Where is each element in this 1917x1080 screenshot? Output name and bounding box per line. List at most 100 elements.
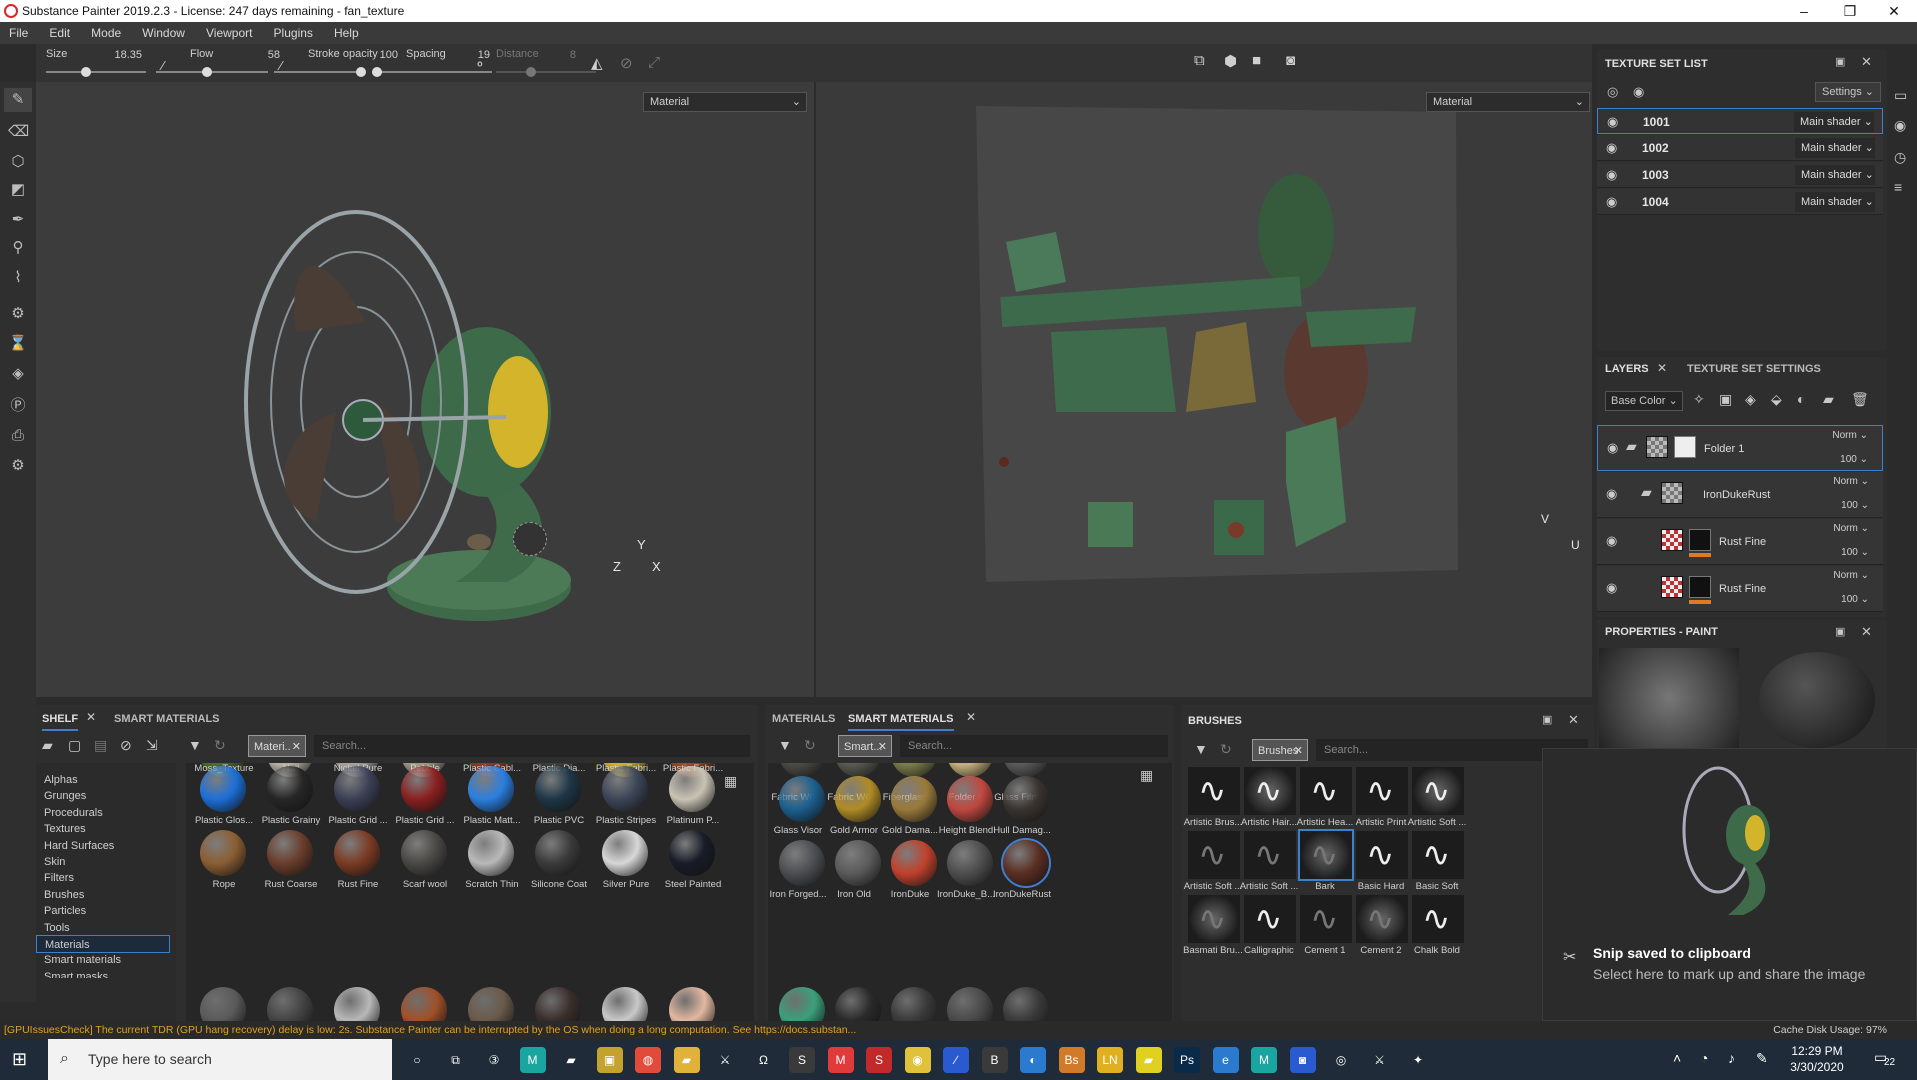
- material-thumbnail[interactable]: [334, 766, 380, 812]
- minimize-button[interactable]: –: [1781, 0, 1827, 22]
- smart-material-thumbnail[interactable]: [947, 776, 993, 822]
- material-thumbnail[interactable]: [602, 830, 648, 876]
- lazy-mouse-icon[interactable]: ⚬: [474, 56, 486, 73]
- brush-thumbnail[interactable]: ∿: [1356, 767, 1408, 815]
- channel-select[interactable]: Base Color ⌄: [1605, 391, 1683, 411]
- snip-notification[interactable]: ✂ Snip saved to clipboard Select here to…: [1542, 748, 1917, 1021]
- app-icon[interactable]: ⚔: [712, 1047, 738, 1073]
- layer-row[interactable]: ◉ ▰ IronDukeRust Norm ⌄ 100 ⌄: [1597, 472, 1883, 518]
- shelf-category-item[interactable]: Hard Surfaces: [44, 837, 114, 855]
- color-picker-icon[interactable]: ⌇: [8, 268, 28, 288]
- eye-icon[interactable]: ◉: [1607, 440, 1618, 456]
- menu-help[interactable]: Help: [325, 22, 368, 44]
- panel-close-icon[interactable]: ✕: [1568, 712, 1579, 728]
- material-thumbnail[interactable]: [669, 830, 715, 876]
- visibility-icon[interactable]: ◉: [1633, 84, 1644, 100]
- smart-material-thumbnail[interactable]: [891, 776, 937, 822]
- shader-select[interactable]: Main shader ⌄: [1795, 165, 1875, 185]
- projection-tool-icon[interactable]: ⬡: [8, 152, 28, 172]
- blend-mode-select[interactable]: Norm ⌄: [1833, 523, 1869, 534]
- smart-material-thumbnail[interactable]: [947, 840, 993, 886]
- brush-thumbnail[interactable]: ∿: [1356, 895, 1408, 943]
- flow-slider[interactable]: [156, 71, 268, 73]
- task-view-icon[interactable]: ⧉: [442, 1047, 469, 1073]
- app-icon[interactable]: ⚔: [1366, 1047, 1393, 1073]
- app-icon[interactable]: ◐: [1020, 1047, 1046, 1073]
- app-icon[interactable]: LN: [1097, 1047, 1123, 1073]
- smart-material-thumbnail[interactable]: [779, 776, 825, 822]
- smart-material-thumbnail[interactable]: [835, 776, 881, 822]
- refresh-icon[interactable]: ↻: [214, 737, 226, 754]
- taskbar-search-box[interactable]: ⌕ Type here to search: [48, 1039, 392, 1080]
- distance-value[interactable]: 8: [536, 49, 576, 61]
- display-settings-icon[interactable]: ▭: [1894, 87, 1907, 104]
- distance-slider[interactable]: [496, 71, 596, 73]
- shelf-category-item[interactable]: Brushes: [44, 886, 84, 904]
- split-view-icon[interactable]: ⧉: [1194, 52, 1205, 69]
- app-icon[interactable]: ◉: [904, 1047, 931, 1073]
- brush-thumbnail[interactable]: ∿: [1300, 895, 1352, 943]
- add-paint-layer-icon[interactable]: ⬙: [1771, 391, 1782, 408]
- add-effect-icon[interactable]: ✧: [1693, 391, 1705, 408]
- view-cube-icon[interactable]: ⬢: [1224, 52, 1237, 70]
- material-thumbnail[interactable]: [468, 830, 514, 876]
- material-thumbnail[interactable]: [468, 766, 514, 812]
- stroke-opacity-knob[interactable]: [356, 67, 366, 77]
- layer-row[interactable]: ◉ ▰ Folder 1 Norm ⌄ 100 ⌄: [1597, 425, 1883, 471]
- filter-icon[interactable]: ▼: [1194, 741, 1208, 757]
- menu-viewport[interactable]: Viewport: [197, 22, 261, 44]
- filter-icon[interactable]: ▼: [778, 737, 792, 753]
- shelf-category-item[interactable]: Filters: [44, 869, 74, 887]
- notification-center-icon[interactable]: ▭ 22: [1874, 1049, 1895, 1068]
- eye-icon[interactable]: ◉: [1606, 580, 1617, 596]
- tab-close-icon[interactable]: ✕: [966, 710, 976, 724]
- projection-icon[interactable]: ⤢: [648, 54, 660, 71]
- brush-thumbnail[interactable]: ∿: [1188, 895, 1240, 943]
- app-icon[interactable]: ✦: [1405, 1047, 1431, 1073]
- opacity-value[interactable]: 100 ⌄: [1841, 500, 1869, 511]
- layer-mask-thumbnail[interactable]: [1689, 529, 1711, 551]
- stroke-opacity-value[interactable]: 100: [358, 49, 398, 61]
- sequence-icon[interactable]: ⌛: [8, 334, 28, 354]
- maya-icon[interactable]: M: [519, 1047, 546, 1073]
- smart-material-thumbnail[interactable]: [779, 840, 825, 886]
- filter-icon[interactable]: ▼: [188, 737, 202, 753]
- menu-file[interactable]: File: [0, 22, 37, 44]
- opacity-value[interactable]: 100 ⌄: [1841, 594, 1869, 605]
- material-thumbnail[interactable]: [535, 830, 581, 876]
- shelf-category-item[interactable]: Skin: [44, 853, 65, 871]
- viewport-3d[interactable]: Material ⌄ Z Y X: [36, 82, 814, 697]
- tab-smart-materials[interactable]: SMART MATERIALS: [848, 707, 954, 731]
- bake-icon[interactable]: ⚙: [8, 304, 28, 324]
- tab-materials[interactable]: MATERIALS: [772, 707, 835, 731]
- shelf-category-item[interactable]: Alphas: [44, 771, 78, 789]
- size-slider[interactable]: [46, 71, 146, 73]
- brush-thumbnail[interactable]: ∿: [1412, 831, 1464, 879]
- filter-chip[interactable]: Materi.. ✕: [248, 735, 306, 757]
- smudge-icon[interactable]: ✒: [8, 210, 28, 230]
- size-value[interactable]: 18.35: [102, 49, 142, 61]
- shader-select[interactable]: Main shader ⌄: [1794, 112, 1874, 132]
- menu-plugins[interactable]: Plugins: [265, 22, 322, 44]
- brush-thumbnail[interactable]: ∿: [1300, 767, 1352, 815]
- texture-set-row[interactable]: ◉ 1002 Main shader ⌄: [1597, 135, 1883, 161]
- tab-smart-materials[interactable]: SMART MATERIALS: [114, 707, 220, 731]
- app-icon[interactable]: ③: [481, 1047, 507, 1073]
- shader-select[interactable]: Main shader ⌄: [1795, 138, 1875, 158]
- shelf-category-item[interactable]: Procedurals: [44, 804, 103, 822]
- panel-float-icon[interactable]: ▣: [1835, 625, 1845, 638]
- add-folder-icon[interactable]: ▰: [1823, 391, 1834, 408]
- add-mask-icon[interactable]: ▣: [1719, 391, 1732, 408]
- menu-edit[interactable]: Edit: [40, 22, 79, 44]
- material-thumbnail[interactable]: [535, 766, 581, 812]
- panel-float-icon[interactable]: ▣: [1835, 55, 1845, 68]
- substance-designer-icon[interactable]: Bs: [1058, 1047, 1085, 1073]
- eraser-icon[interactable]: ⌫: [8, 122, 29, 142]
- layer-row[interactable]: ◉ Rust Fine Norm ⌄ 100 ⌄: [1597, 519, 1883, 565]
- opacity-value[interactable]: 100 ⌄: [1841, 547, 1869, 558]
- shader-settings-icon[interactable]: ◉: [1894, 117, 1906, 134]
- opacity-value[interactable]: 100 ⌄: [1840, 454, 1868, 465]
- chrome-icon[interactable]: ◍: [635, 1047, 661, 1073]
- new-folder-icon[interactable]: ▢: [68, 737, 81, 754]
- material-thumbnail[interactable]: [602, 766, 648, 812]
